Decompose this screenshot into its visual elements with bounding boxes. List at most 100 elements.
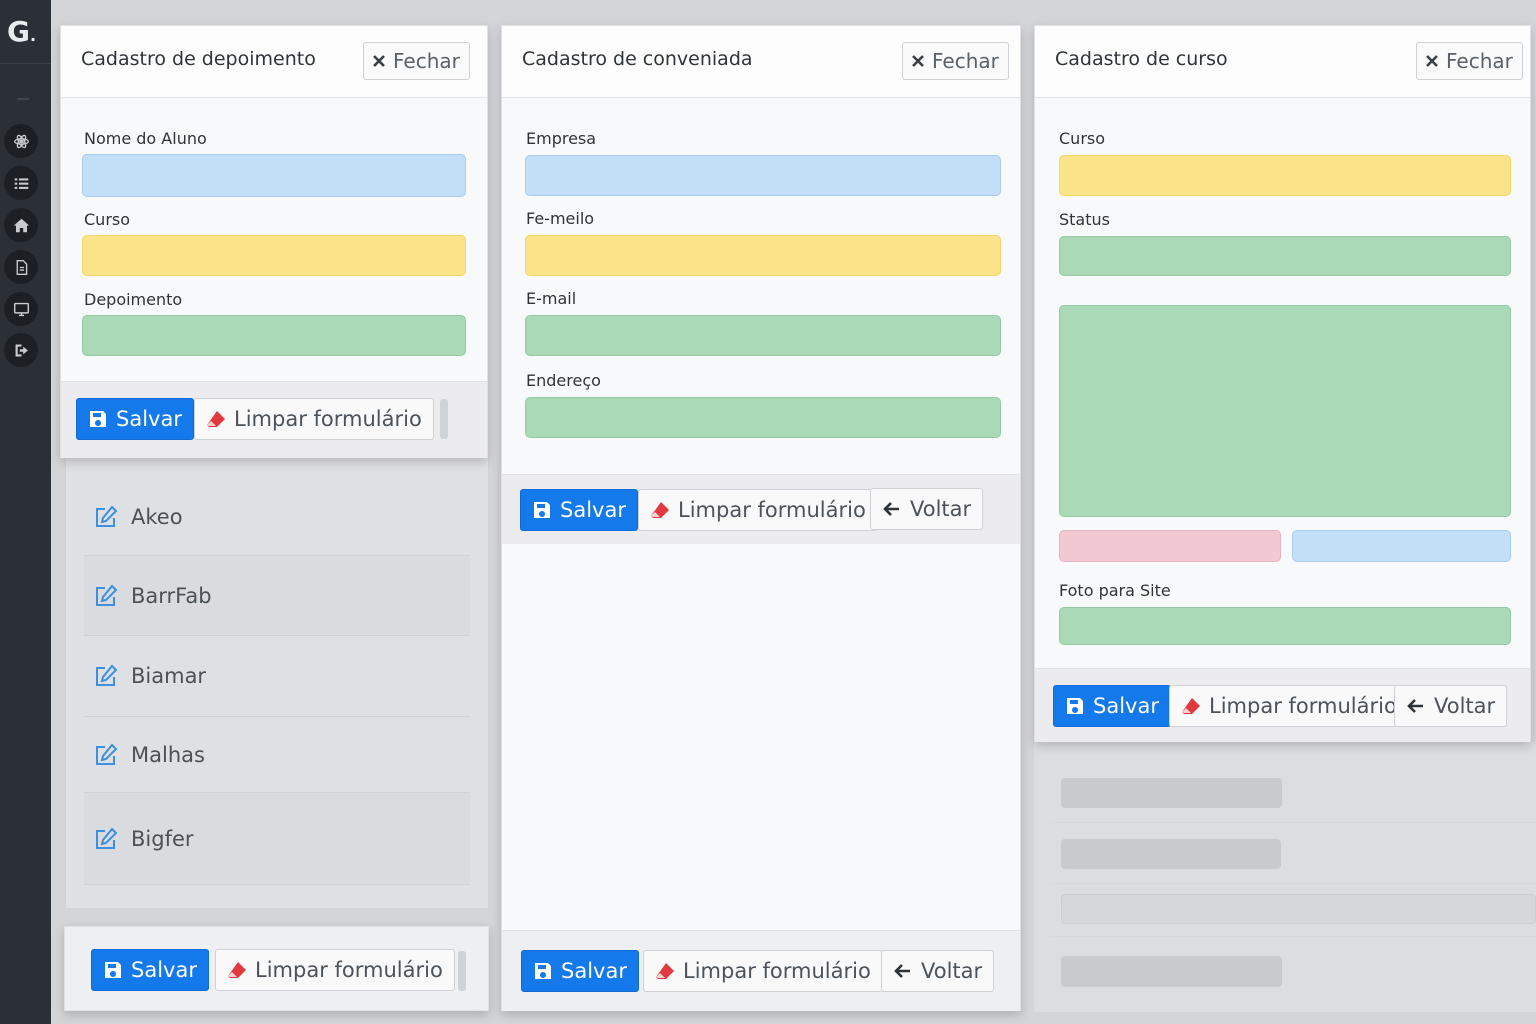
atom-icon bbox=[13, 134, 29, 148]
sidebar-item-home[interactable] bbox=[4, 208, 38, 242]
endereco-input[interactable] bbox=[525, 397, 1001, 438]
edit-icon bbox=[96, 743, 118, 765]
back-button[interactable]: Voltar bbox=[881, 950, 995, 992]
curso-label: Curso bbox=[84, 210, 131, 229]
save-icon bbox=[534, 502, 550, 518]
save-button[interactable]: Salvar bbox=[1053, 685, 1171, 727]
depoimento-panel: Cadastro de depoimento Fechar Nome do Al… bbox=[60, 25, 488, 458]
scroll-stub bbox=[440, 399, 448, 439]
sidebar-item-sign-out[interactable] bbox=[4, 333, 38, 367]
close-label: Fechar bbox=[393, 49, 460, 73]
list-item[interactable]: Biamar bbox=[84, 636, 470, 717]
list-item[interactable]: Akeo bbox=[84, 478, 470, 556]
save-button-label: Salvar bbox=[131, 958, 197, 982]
sidebar-item-atom[interactable] bbox=[4, 124, 38, 158]
save-button[interactable]: Salvar bbox=[520, 489, 638, 531]
aluno-input[interactable] bbox=[82, 154, 466, 197]
clear-form-button[interactable]: Limpar formulário bbox=[194, 398, 434, 440]
femeilo-input[interactable] bbox=[525, 235, 1001, 276]
skeleton-bar bbox=[1061, 839, 1281, 869]
endereco-label: Endereço bbox=[526, 371, 601, 390]
list-item-label: Bigfer bbox=[131, 826, 194, 851]
panel-bottom-footer: Salvar Limpar formulário Voltar bbox=[502, 930, 1020, 1011]
list-item-label: Akeo bbox=[131, 504, 183, 529]
close-label: Fechar bbox=[1446, 49, 1513, 73]
eraser-icon bbox=[656, 963, 674, 979]
status-label: Status bbox=[1059, 210, 1110, 229]
save-button-label: Salvar bbox=[1093, 694, 1159, 718]
list-item[interactable]: Malhas bbox=[84, 717, 470, 793]
edit-icon bbox=[96, 584, 118, 606]
logo-letter: G bbox=[7, 15, 30, 48]
sidebar-item-document[interactable] bbox=[4, 250, 38, 284]
clear-form-label: Limpar formulário bbox=[1209, 694, 1397, 718]
depoimento-label: Depoimento bbox=[84, 290, 183, 309]
clear-form-button[interactable]: Limpar formulário bbox=[215, 949, 455, 991]
save-icon bbox=[535, 963, 551, 979]
document-icon bbox=[16, 259, 27, 275]
clear-form-label: Limpar formulário bbox=[683, 959, 871, 983]
arrow-left-icon bbox=[894, 964, 910, 978]
sign-out-icon bbox=[15, 344, 28, 356]
edit-icon bbox=[96, 827, 118, 849]
panel-title: Cadastro de conveniada bbox=[522, 48, 753, 70]
app-logo[interactable]: G. bbox=[0, 0, 51, 64]
status-input[interactable] bbox=[1059, 236, 1511, 276]
depoimento-list: Akeo BarrFab Biamar Malhas Bigfer bbox=[65, 458, 489, 908]
back-label: Voltar bbox=[910, 497, 972, 521]
back-button[interactable]: Voltar bbox=[870, 488, 984, 530]
curso-input[interactable] bbox=[1059, 155, 1511, 196]
back-label: Voltar bbox=[1434, 694, 1496, 718]
close-button[interactable]: Fechar bbox=[902, 42, 1009, 80]
panel-footer: Salvar Limpar formulário bbox=[61, 381, 487, 458]
scroll-stub bbox=[458, 951, 466, 991]
sidebar-item-monitor[interactable] bbox=[4, 292, 38, 326]
panel-header: Cadastro de curso Fechar bbox=[1035, 26, 1530, 98]
curso-input[interactable] bbox=[82, 235, 466, 276]
description-textarea[interactable] bbox=[1059, 305, 1511, 517]
curso-label: Curso bbox=[1059, 129, 1106, 148]
eraser-icon bbox=[207, 411, 225, 427]
save-button[interactable]: Salvar bbox=[91, 949, 209, 991]
empresa-input[interactable] bbox=[525, 155, 1001, 196]
sidebar-item-list[interactable] bbox=[4, 166, 38, 200]
save-button-label: Salvar bbox=[560, 498, 626, 522]
panel-title: Cadastro de curso bbox=[1055, 48, 1228, 70]
list-item-label: BarrFab bbox=[131, 583, 212, 608]
arrow-left-icon bbox=[1407, 699, 1423, 713]
panel-title: Cadastro de depoimento bbox=[81, 48, 316, 70]
depoimento-bottom-footer: Salvar Limpar formulário bbox=[64, 926, 489, 1011]
panel-header: Cadastro de depoimento Fechar bbox=[61, 26, 487, 98]
email-input[interactable] bbox=[525, 315, 1001, 356]
logo-mark: . bbox=[29, 26, 37, 45]
list-item[interactable]: Bigfer bbox=[84, 793, 470, 885]
blue-input[interactable] bbox=[1292, 530, 1511, 562]
list-item[interactable]: BarrFab bbox=[84, 556, 470, 636]
clear-form-button[interactable]: Limpar formulário bbox=[638, 489, 878, 531]
clear-form-label: Limpar formulário bbox=[255, 958, 443, 982]
clear-form-label: Limpar formulário bbox=[678, 498, 866, 522]
depoimento-input[interactable] bbox=[82, 315, 466, 356]
eraser-icon bbox=[228, 962, 246, 978]
back-button[interactable]: Voltar bbox=[1394, 685, 1508, 727]
conveniada-panel: Cadastro de conveniada Fechar Empresa Fe… bbox=[501, 25, 1021, 1011]
save-button[interactable]: Salvar bbox=[76, 398, 194, 440]
list-icon bbox=[14, 177, 28, 189]
pink-input[interactable] bbox=[1059, 530, 1281, 562]
panel-footer: Salvar Limpar formulário Voltar bbox=[1035, 668, 1530, 742]
skeleton-divider bbox=[1050, 883, 1536, 884]
close-button[interactable]: Fechar bbox=[363, 42, 470, 80]
clear-form-button[interactable]: Limpar formulário bbox=[643, 950, 883, 992]
close-icon bbox=[912, 55, 924, 67]
save-button[interactable]: Salvar bbox=[521, 950, 639, 992]
foto-input[interactable] bbox=[1059, 607, 1511, 645]
monitor-icon bbox=[13, 302, 29, 316]
close-icon bbox=[373, 55, 385, 67]
save-button-label: Salvar bbox=[116, 407, 182, 431]
skeleton-bar bbox=[1061, 778, 1282, 808]
close-button[interactable]: Fechar bbox=[1416, 42, 1523, 80]
save-icon bbox=[90, 411, 106, 427]
empresa-label: Empresa bbox=[526, 129, 597, 148]
clear-form-label: Limpar formulário bbox=[234, 407, 422, 431]
clear-form-button[interactable]: Limpar formulário bbox=[1169, 685, 1409, 727]
